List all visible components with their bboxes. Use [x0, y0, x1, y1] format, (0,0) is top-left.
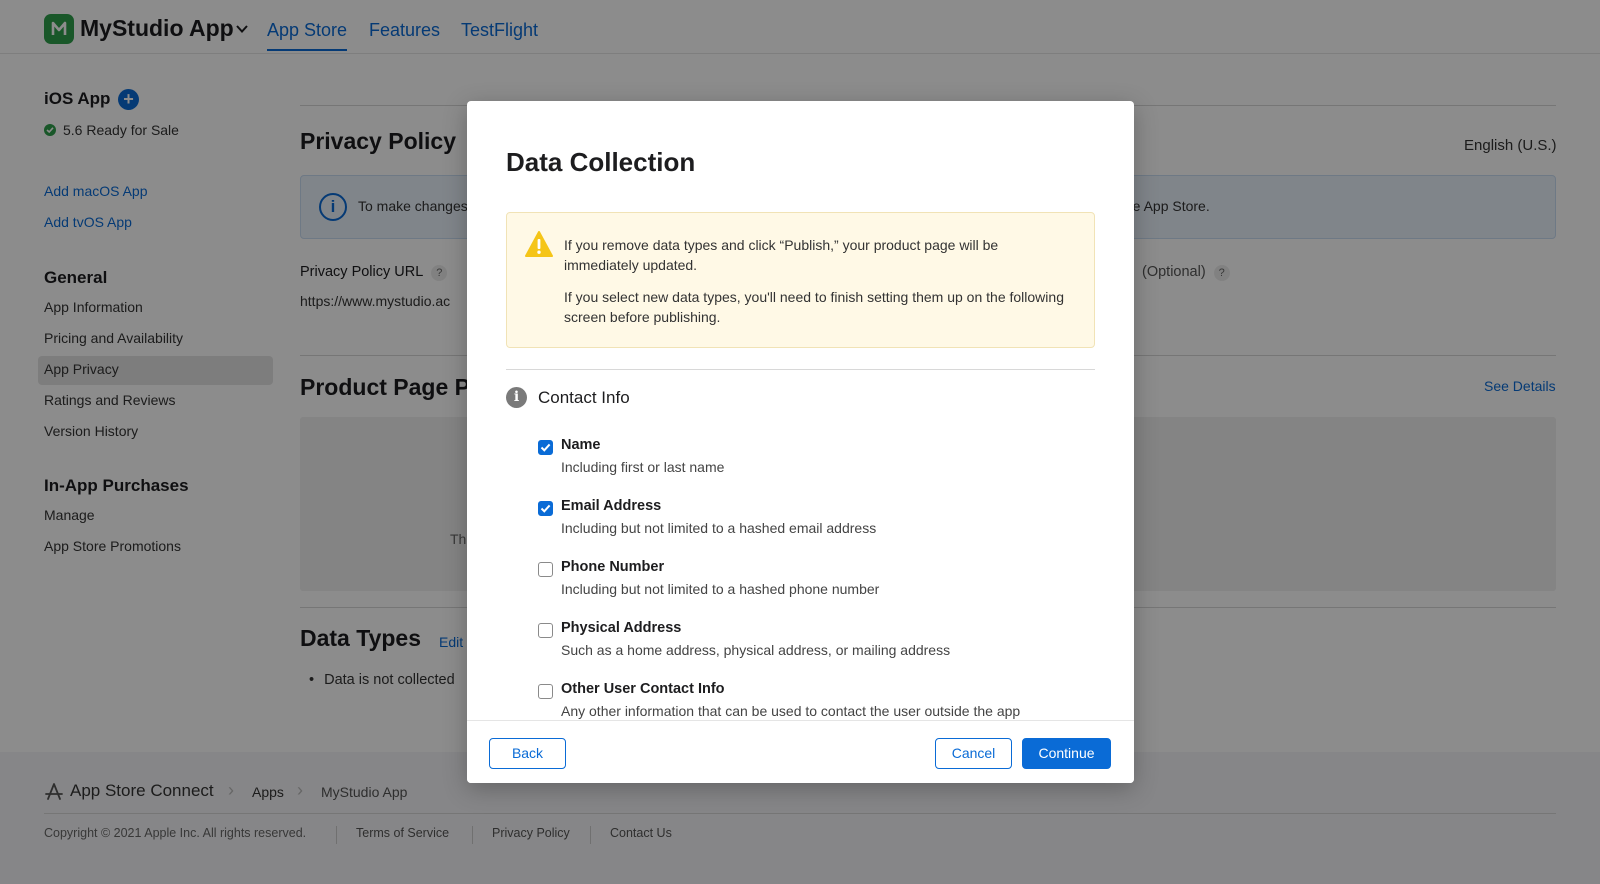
warning-text-remove: If you remove data types and click “Publ… — [564, 237, 999, 273]
dialog-footer: Back Cancel Continue — [467, 720, 1134, 783]
phone-number-label[interactable]: Phone Number — [561, 559, 664, 575]
name-description: Including first or last name — [561, 459, 725, 475]
dialog-title: Data Collection — [506, 147, 696, 177]
name-label[interactable]: Name — [561, 437, 601, 453]
info-icon: i — [506, 387, 527, 408]
phone-number-description: Including but not limited to a hashed ph… — [561, 581, 880, 597]
warning-text-select: If you select new data types, you'll nee… — [564, 289, 1064, 325]
dialog-divider — [506, 369, 1095, 370]
physical-address-description: Such as a home address, physical address… — [561, 642, 951, 658]
phone-number-checkbox[interactable] — [538, 562, 553, 577]
email-address-label[interactable]: Email Address — [561, 498, 661, 514]
continue-button[interactable]: Continue — [1022, 738, 1111, 769]
other-contact-info-checkbox[interactable] — [538, 684, 553, 699]
back-button[interactable]: Back — [489, 738, 566, 769]
other-contact-info-description: Any other information that can be used t… — [561, 703, 1021, 719]
physical-address-label[interactable]: Physical Address — [561, 620, 681, 636]
other-contact-info-label[interactable]: Other User Contact Info — [561, 681, 725, 697]
warning-banner: If you remove data types and click “Publ… — [506, 212, 1095, 348]
warning-icon — [525, 231, 553, 257]
email-address-description: Including but not limited to a hashed em… — [561, 520, 877, 536]
contact-info-heading: Contact Info — [538, 388, 630, 407]
email-address-checkbox[interactable] — [538, 501, 553, 516]
data-collection-dialog: Data Collection If you remove data types… — [467, 101, 1134, 783]
name-checkbox[interactable] — [538, 440, 553, 455]
cancel-button[interactable]: Cancel — [935, 738, 1012, 769]
physical-address-checkbox[interactable] — [538, 623, 553, 638]
